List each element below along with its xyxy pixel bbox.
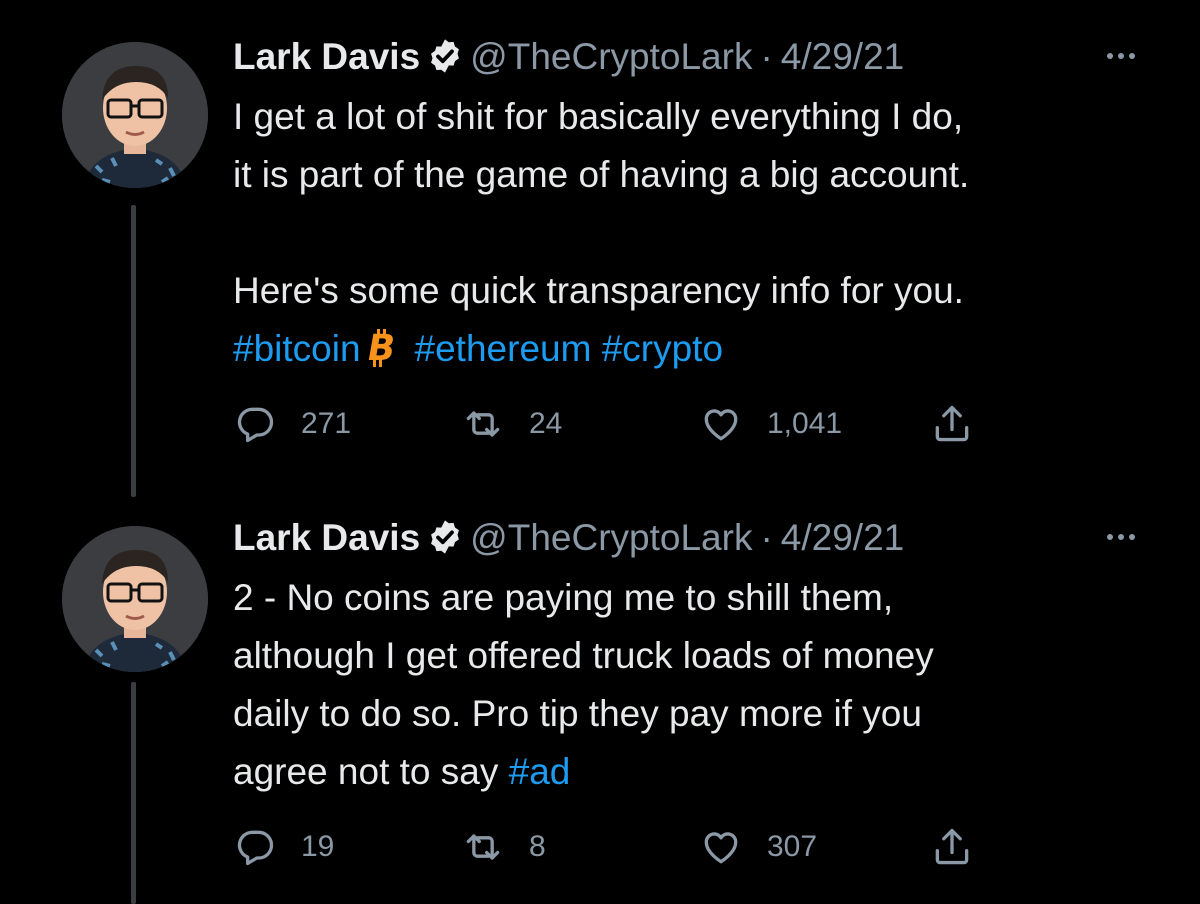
tweet-text-line: 2 - No coins are paying me to shill them… xyxy=(233,577,894,618)
like-icon xyxy=(704,409,738,441)
reply-icon xyxy=(237,830,274,866)
thread-line xyxy=(131,682,136,904)
tweet-text-line: I get a lot of shit for basically everyt… xyxy=(233,96,964,137)
avatar[interactable] xyxy=(62,42,208,188)
tweet-text-fragment: agree not to say xyxy=(233,751,499,792)
reply-count: 19 xyxy=(301,830,335,863)
hashtag-bitcoin[interactable]: #bitcoin xyxy=(233,328,361,369)
thread-line xyxy=(131,205,136,497)
share-icon xyxy=(935,828,969,865)
tweet-text: I get a lot of shit for basically everyt… xyxy=(233,88,1163,378)
hashtag-line: #bitcoin B #ethereum #crypto xyxy=(233,320,1163,378)
tweet-date[interactable]: 4/29/21 xyxy=(781,517,904,558)
tweet-text-blank-line xyxy=(233,204,1163,262)
tweet-text-line: it is part of the game of having a big a… xyxy=(233,154,970,195)
tweet-date[interactable]: 4/29/21 xyxy=(781,36,904,77)
tweet[interactable]: Lark Davis @TheCryptoLark · 4/29/21 2 - No … xyxy=(233,509,1163,869)
reply-icon xyxy=(237,407,274,443)
share-button[interactable] xyxy=(930,402,974,446)
bitcoin-icon: B xyxy=(365,327,395,367)
verified-icon xyxy=(431,520,460,554)
separator-dot: · xyxy=(760,517,773,558)
tweet-text-line: daily to do so. Pro tip they pay more if… xyxy=(233,693,922,734)
verified-icon xyxy=(431,39,460,73)
share-icon xyxy=(935,405,969,442)
more-icon[interactable] xyxy=(1099,34,1143,78)
tweet-actions: 19 8 307 xyxy=(233,825,1163,869)
tweet-text: 2 - No coins are paying me to shill them… xyxy=(233,569,1163,801)
reply-count: 271 xyxy=(301,407,352,440)
like-button[interactable]: 307 xyxy=(699,825,817,869)
author-name[interactable]: Lark Davis xyxy=(233,517,420,558)
retweet-icon xyxy=(466,411,500,437)
retweet-button[interactable]: 8 xyxy=(461,825,546,869)
like-button[interactable]: 1,041 xyxy=(699,402,842,446)
tweet-header: Lark Davis @TheCryptoLark · 4/29/21 xyxy=(233,28,1163,86)
retweet-count: 8 xyxy=(529,830,546,863)
hashtag-crypto[interactable]: #crypto xyxy=(602,328,723,369)
author-name[interactable]: Lark Davis xyxy=(233,36,420,77)
avatar-photo xyxy=(62,42,208,188)
reply-button[interactable]: 19 xyxy=(233,825,334,869)
separator-dot: · xyxy=(760,36,773,77)
author-handle[interactable]: @TheCryptoLark xyxy=(470,517,752,558)
hashtag-ad[interactable]: #ad xyxy=(509,751,571,792)
reply-button[interactable]: 271 xyxy=(233,402,351,446)
avatar[interactable] xyxy=(62,526,208,672)
retweet-button[interactable]: 24 xyxy=(461,402,562,446)
retweet-count: 24 xyxy=(529,407,563,440)
hashtag-ethereum[interactable]: #ethereum xyxy=(415,328,592,369)
more-icon[interactable] xyxy=(1099,515,1143,559)
tweet-text-line: although I get offered truck loads of mo… xyxy=(233,635,934,676)
like-icon xyxy=(704,832,738,864)
tweet-text-line: agree not to say #ad xyxy=(233,743,1163,801)
author-handle[interactable]: @TheCryptoLark xyxy=(470,36,752,77)
tweet[interactable]: Lark Davis @TheCryptoLark · 4/29/21 I get a… xyxy=(233,28,1163,446)
tweet-actions: 271 24 1,041 xyxy=(233,402,1163,446)
like-count: 1,041 xyxy=(767,407,843,440)
retweet-icon xyxy=(466,834,500,860)
avatar-photo xyxy=(62,526,208,672)
like-count: 307 xyxy=(767,830,818,863)
share-button[interactable] xyxy=(930,825,974,869)
tweet-header: Lark Davis @TheCryptoLark · 4/29/21 xyxy=(233,509,1163,567)
tweet-text-line: Here's some quick transparency info for … xyxy=(233,270,964,311)
